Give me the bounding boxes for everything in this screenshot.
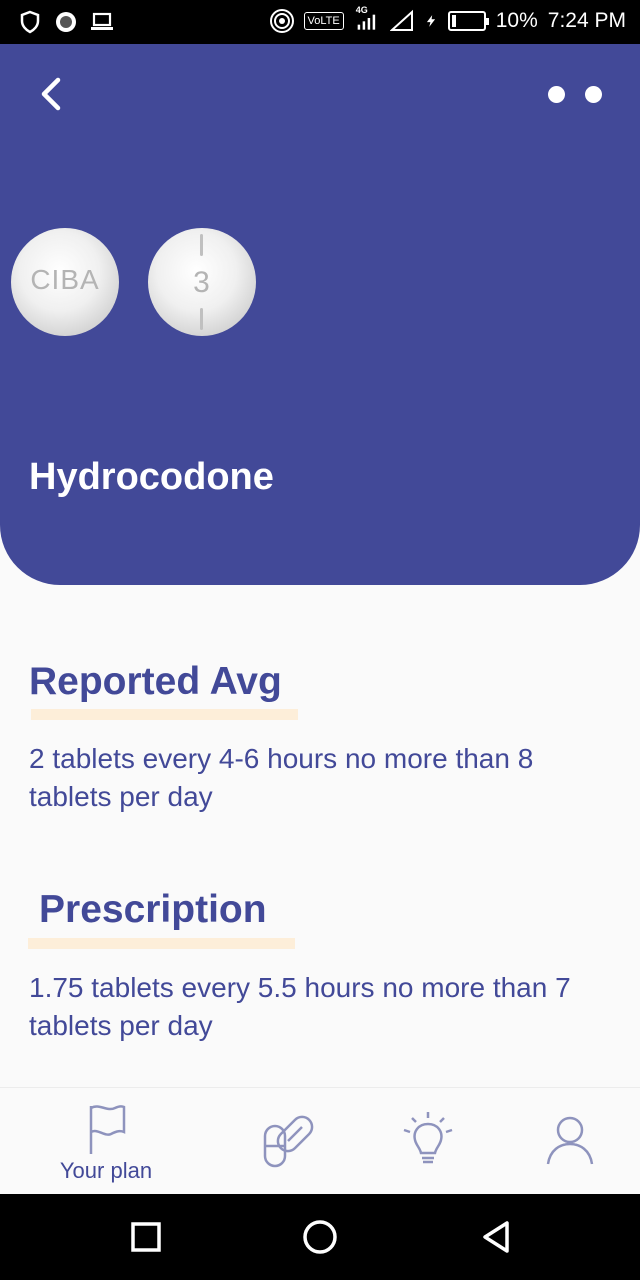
pill-image-back: 3 xyxy=(148,228,256,336)
nav-medications[interactable] xyxy=(246,1088,322,1195)
charging-bolt-icon xyxy=(426,15,435,27)
pills-icon xyxy=(263,1115,314,1168)
prescription-text: 1.75 tablets every 5.5 hours no more tha… xyxy=(29,972,571,1041)
signal-icon xyxy=(357,14,375,30)
pill-imprint: CIBA xyxy=(30,264,100,295)
nav-label: Your plan xyxy=(59,1158,153,1183)
battery-icon xyxy=(447,11,489,31)
pill-score-line xyxy=(200,308,203,330)
screen: VoLTE 4G 10% 7:24 PM CIBA 3 Hydrocodone … xyxy=(0,0,640,1280)
home-circle-icon[interactable] xyxy=(297,1214,343,1260)
dot-icon xyxy=(585,85,602,103)
more-options-button[interactable] xyxy=(548,82,602,106)
title-highlight xyxy=(28,938,295,949)
reported-avg-title: Reported Avg xyxy=(29,660,282,703)
reported-avg-text: 2 tablets every 4-6 hours no more than 8… xyxy=(29,743,534,812)
status-left xyxy=(18,10,114,34)
pill-score-line xyxy=(200,234,203,256)
prescription-title: Prescription xyxy=(39,888,267,931)
nav-profile[interactable] xyxy=(540,1088,600,1195)
bottom-nav: Your plan xyxy=(0,1087,640,1194)
shield-icon xyxy=(20,10,40,34)
system-nav-bar xyxy=(0,1194,640,1280)
clock: 7:24 PM xyxy=(547,9,626,32)
volte-badge: VoLTE xyxy=(303,12,344,30)
status-bar: VoLTE 4G 10% 7:24 PM xyxy=(0,0,640,44)
pill-imprint: 3 xyxy=(193,266,211,299)
dot-icon xyxy=(548,85,565,103)
lightbulb-icon xyxy=(403,1112,453,1164)
record-icon xyxy=(56,12,76,32)
person-icon xyxy=(546,1116,594,1165)
drug-header: CIBA 3 Hydrocodone xyxy=(0,44,640,585)
hotspot-icon xyxy=(269,9,294,33)
back-button[interactable] xyxy=(30,72,74,116)
recents-square-icon[interactable] xyxy=(123,1214,169,1260)
back-triangle-icon[interactable] xyxy=(474,1214,520,1260)
nav-tips[interactable] xyxy=(398,1088,458,1195)
flag-icon xyxy=(89,1105,126,1154)
battery-percent: 10% xyxy=(495,9,538,32)
nav-your-plan[interactable]: Your plan xyxy=(46,1088,166,1195)
title-highlight xyxy=(31,709,298,720)
network-type: 4G xyxy=(354,5,380,33)
drug-name: Hydrocodone xyxy=(29,456,274,498)
status-right: VoLTE 4G 10% 7:24 PM xyxy=(269,5,626,33)
chevron-left-icon xyxy=(41,77,61,111)
signal-outline-icon xyxy=(389,9,413,31)
laptop-icon xyxy=(91,12,113,30)
pill-image-front: CIBA xyxy=(11,228,119,336)
